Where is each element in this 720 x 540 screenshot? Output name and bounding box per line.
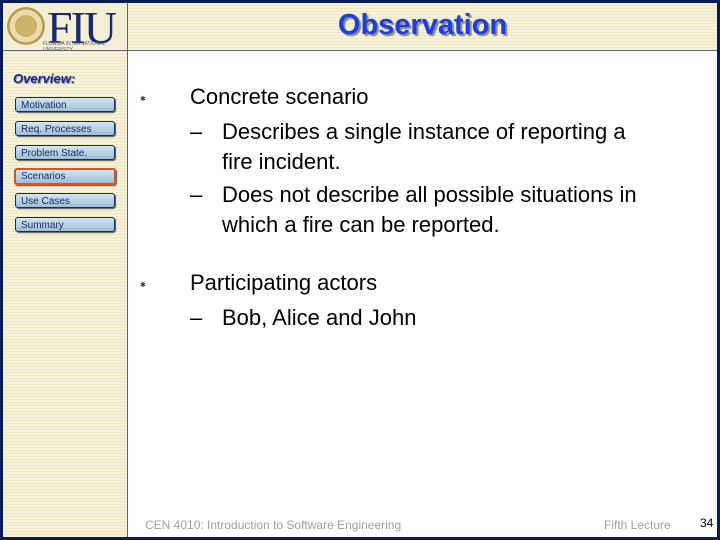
bullet-text: Concrete scenario (190, 84, 369, 109)
sidebar-heading: Overview: (13, 71, 76, 86)
footer-lecture: Fifth Lecture (604, 518, 671, 532)
bullet-text: Participating actors (190, 270, 378, 295)
nav-scenarios[interactable]: Scenarios (14, 168, 116, 185)
slide: FIU FLORIDA INTERNATIONAL UNIVERSITY Obs… (3, 3, 717, 537)
bullet-icon: ✱ (140, 96, 146, 103)
header: Observation (128, 3, 717, 51)
sub-bullet-text: fire incident. (222, 149, 341, 174)
sub-bullet-text: Describes a single instance of reporting… (222, 119, 626, 144)
university-seal-icon (7, 7, 45, 45)
dash-icon: – (190, 182, 203, 207)
nav-motivation[interactable]: Motivation (15, 97, 115, 112)
nav-summary[interactable]: Summary (15, 217, 115, 232)
nav-problem-statement[interactable]: Problem State. (15, 145, 115, 160)
sidebar: Overview: Motivation Req. Processes Prob… (3, 51, 128, 537)
dash-icon: – (190, 305, 203, 330)
page-number: 34 (700, 516, 714, 530)
nav-use-cases[interactable]: Use Cases (15, 193, 115, 208)
slide-content: ✱ Concrete scenario – Describes a single… (128, 51, 717, 537)
footer-course: CEN 4010: Introduction to Software Engin… (145, 518, 402, 532)
sub-bullet-text: Does not describe all possible situation… (222, 182, 637, 207)
nav-req-processes[interactable]: Req. Processes (15, 121, 115, 136)
sub-bullet-text: which a fire can be reported. (222, 212, 500, 237)
logo-subtitle: FLORIDA INTERNATIONAL UNIVERSITY (43, 41, 106, 51)
bullet-icon: ✱ (140, 282, 146, 289)
sub-bullet-text: Bob, Alice and John (222, 305, 417, 330)
slide-title: Observation (337, 9, 508, 41)
dash-icon: – (190, 119, 203, 144)
fiu-logo: FIU FLORIDA INTERNATIONAL UNIVERSITY (3, 3, 128, 51)
